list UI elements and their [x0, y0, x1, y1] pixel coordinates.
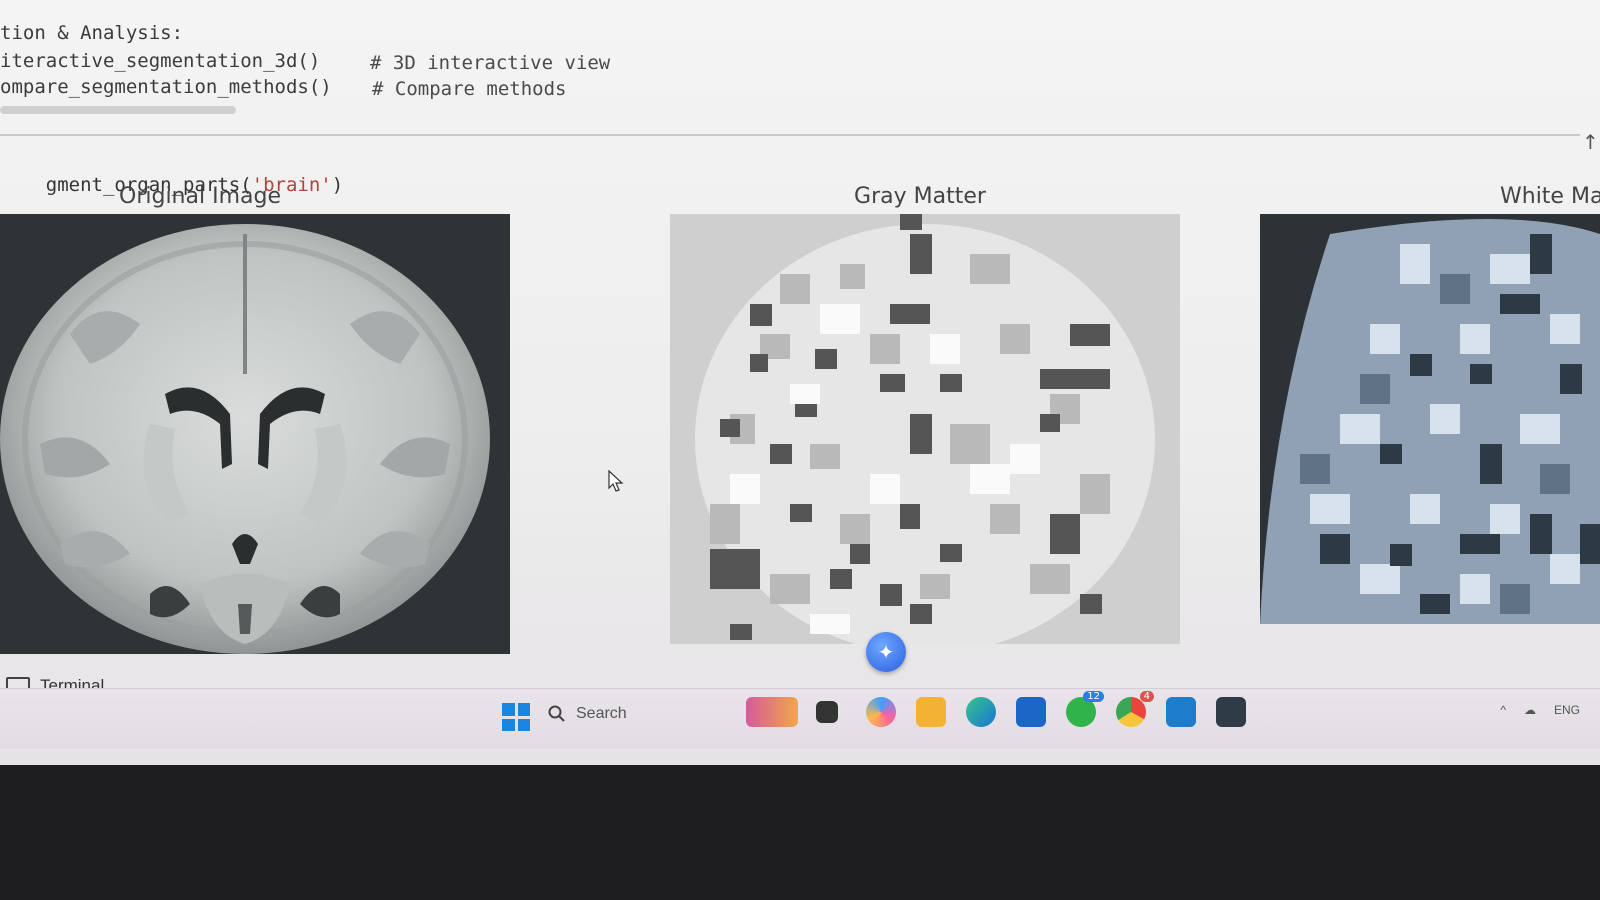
code-comment-2: # Compare methods [372, 78, 567, 100]
cell-divider [0, 134, 1580, 136]
taskbar: Search 12 4 ^ ☁ ENG [0, 688, 1600, 749]
chrome-badge: 4 [1139, 691, 1154, 702]
microsoft-store-icon[interactable] [1016, 697, 1046, 727]
horizontal-scrollbar[interactable] [0, 106, 236, 114]
taskbar-search[interactable]: Search [548, 695, 738, 733]
mouse-pointer-icon [608, 470, 624, 492]
whatsapp-icon[interactable]: 12 [1066, 691, 1104, 727]
white-matter-panel [1260, 214, 1600, 624]
code-line-1: iteractive_segmentation_3d() [0, 50, 321, 72]
gray-matter-panel [670, 214, 1180, 644]
file-explorer-icon[interactable] [916, 697, 946, 727]
task-view-icon[interactable] [816, 701, 838, 723]
scroll-up-arrow-icon[interactable]: ↑ [1582, 130, 1600, 154]
panel-title-original: Original Image [119, 184, 281, 209]
vscode-icon[interactable] [1166, 697, 1196, 727]
notebook-window: tion & Analysis: iteractive_segmentation… [0, 0, 1600, 765]
white-matter-segmentation-image [1260, 219, 1600, 624]
news-widget-icon[interactable] [746, 697, 798, 727]
panel-title-gray-matter: Gray Matter [854, 184, 986, 209]
whatsapp-badge: 12 [1083, 691, 1104, 702]
language-indicator[interactable]: ENG [1554, 703, 1580, 717]
search-icon [548, 705, 565, 722]
code-line-2: ompare_segmentation_methods() [0, 76, 332, 98]
gray-matter-segmentation-image [670, 214, 1180, 644]
call-close-paren: ) [331, 174, 344, 196]
brain-mri-image [0, 224, 490, 654]
windows-start-icon[interactable] [502, 703, 530, 731]
original-image-panel [0, 214, 510, 654]
edge-icon[interactable] [966, 697, 996, 727]
search-label: Search [576, 705, 627, 722]
copilot-sparkle-icon[interactable]: ✦ [866, 632, 906, 672]
copilot-icon[interactable] [866, 697, 896, 727]
panel-title-white-matter: White Ma [1500, 184, 1600, 209]
system-tray: ^ ☁ ENG [1500, 703, 1580, 717]
chrome-icon[interactable]: 4 [1116, 691, 1154, 727]
code-comment-1: # 3D interactive view [370, 52, 611, 74]
show-hidden-icons-icon[interactable]: ^ [1500, 703, 1506, 717]
network-icon[interactable]: ☁ [1524, 703, 1536, 717]
section-heading: tion & Analysis: [0, 22, 184, 44]
terminal-app-icon[interactable] [1216, 697, 1246, 727]
